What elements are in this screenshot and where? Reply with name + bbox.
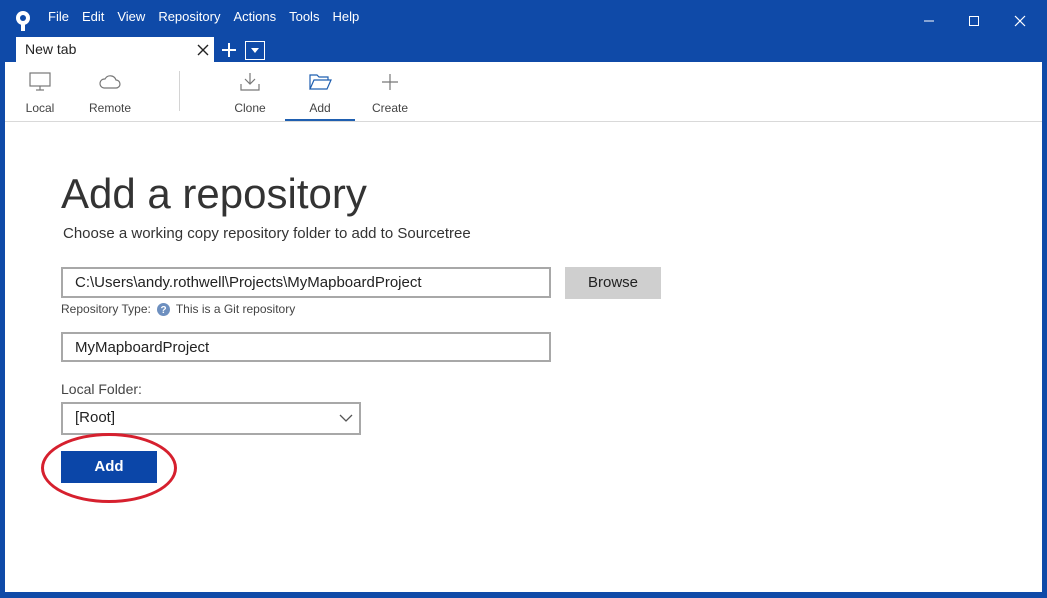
svg-text:?: ? — [160, 305, 166, 316]
plus-icon — [222, 42, 236, 57]
minimize-button[interactable] — [906, 8, 952, 34]
menu-bar: File Edit View Repository Actions Tools … — [48, 9, 372, 25]
repository-name-input[interactable]: MyMapboardProject — [61, 332, 551, 362]
new-tab-button[interactable] — [217, 37, 241, 62]
menu-file[interactable]: File — [48, 9, 69, 25]
menu-view[interactable]: View — [117, 9, 145, 25]
tab-strip: New tab — [16, 37, 265, 62]
maximize-button[interactable] — [951, 8, 997, 34]
tab-close-icon[interactable] — [196, 43, 210, 57]
page-title: Add a repository — [61, 170, 367, 217]
toolbar-local-label: Local — [25, 101, 55, 115]
chevron-down-icon — [339, 414, 353, 422]
repository-type-row: Repository Type: ? This is a Git reposit… — [61, 302, 295, 316]
sourcetree-logo-icon — [16, 11, 30, 31]
toolbar-create-label: Create — [371, 101, 409, 115]
menu-actions[interactable]: Actions — [233, 9, 276, 25]
local-folder-label: Local Folder: — [61, 381, 142, 397]
toolbar-add-button[interactable]: Add — [285, 62, 355, 121]
close-icon — [1014, 15, 1026, 27]
menu-repository[interactable]: Repository — [158, 9, 220, 25]
menu-help[interactable]: Help — [332, 9, 359, 25]
repository-path-input[interactable]: C:\Users\andy.rothwell\Projects\MyMapboa… — [61, 267, 551, 298]
active-tab-indicator — [285, 119, 355, 121]
help-icon[interactable]: ? — [156, 302, 170, 316]
minimize-icon — [924, 20, 934, 22]
browse-button[interactable]: Browse — [565, 267, 661, 299]
repository-type-value: This is a Git repository — [175, 302, 296, 316]
download-icon — [240, 73, 260, 91]
tab-new-tab[interactable]: New tab — [16, 37, 214, 62]
maximize-icon — [969, 16, 979, 26]
toolbar: Local Remote Clone Add Create — [5, 62, 1042, 122]
highlight-annotation — [41, 433, 177, 503]
toolbar-create-button[interactable]: Create — [355, 62, 425, 121]
title-bar: File Edit View Repository Actions Tools … — [0, 0, 1047, 62]
toolbar-clone-button[interactable]: Clone — [215, 62, 285, 121]
toolbar-add-label: Add — [309, 101, 331, 115]
folder-open-icon — [309, 74, 332, 90]
tab-label: New tab — [25, 41, 77, 57]
toolbar-local-button[interactable]: Local — [5, 62, 75, 121]
monitor-icon — [29, 72, 51, 91]
close-window-button[interactable] — [997, 8, 1043, 34]
menu-edit[interactable]: Edit — [82, 9, 104, 25]
cloud-icon — [99, 75, 121, 89]
page-subtitle: Choose a working copy repository folder … — [63, 225, 471, 242]
main-window-content: Local Remote Clone Add Create Add a repo… — [5, 62, 1042, 592]
toolbar-remote-label: Remote — [88, 101, 132, 115]
chevron-down-icon — [251, 48, 259, 53]
toolbar-clone-label: Clone — [234, 101, 266, 115]
toolbar-remote-button[interactable]: Remote — [75, 62, 145, 121]
menu-tools[interactable]: Tools — [289, 9, 319, 25]
local-folder-select[interactable]: [Root] — [61, 402, 361, 435]
toolbar-separator — [179, 71, 180, 111]
plus-icon — [382, 74, 398, 90]
local-folder-value: [Root] — [75, 409, 116, 426]
repository-type-label: Repository Type: — [61, 302, 151, 316]
tab-list-dropdown[interactable] — [245, 41, 265, 60]
